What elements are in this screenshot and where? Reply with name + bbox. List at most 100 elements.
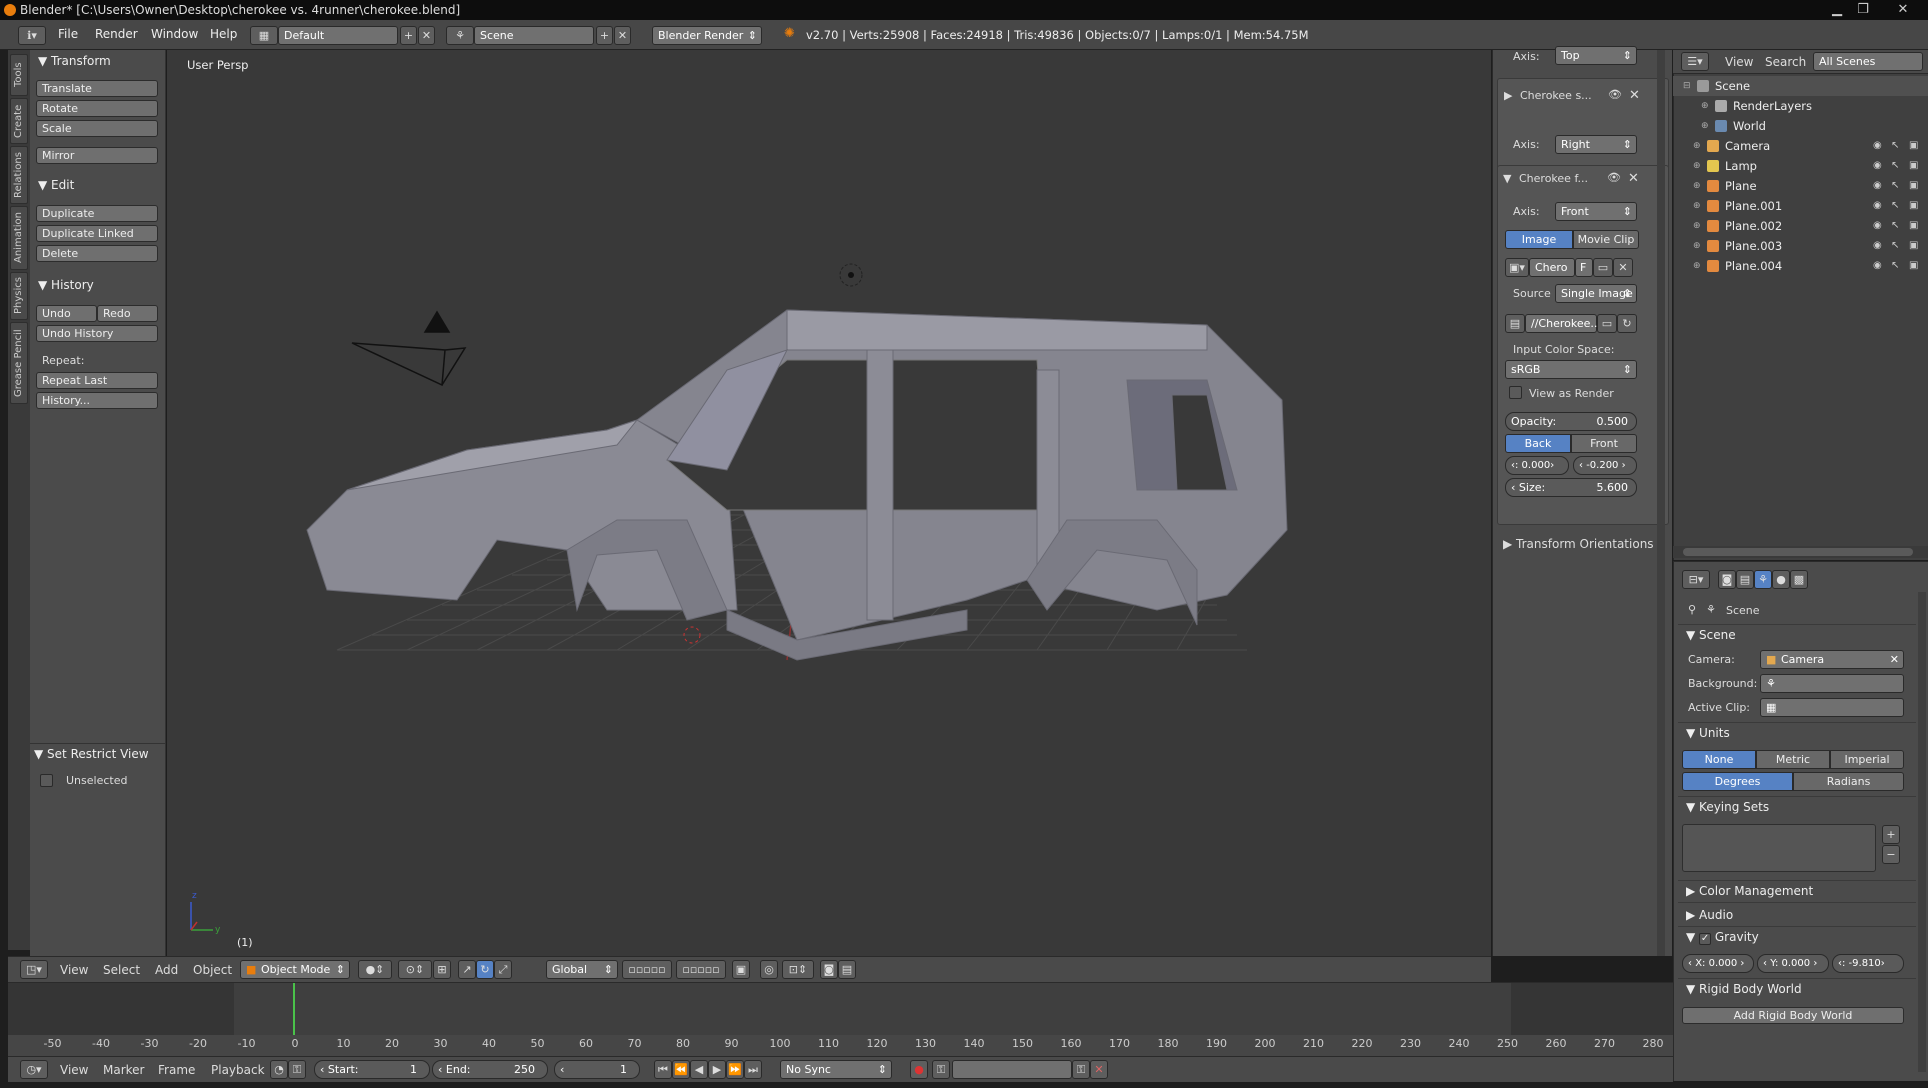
play-icon[interactable]: ▶ bbox=[708, 1060, 726, 1079]
eye-icon[interactable]: ◉ bbox=[1873, 156, 1882, 176]
restrict-view-header[interactable]: ▼ Set Restrict View bbox=[34, 747, 149, 761]
filepath-field[interactable]: //Cherokee... bbox=[1525, 314, 1601, 333]
eye-icon[interactable]: ◉ bbox=[1873, 196, 1882, 216]
expand-toggle-icon[interactable]: ⊕ bbox=[1693, 236, 1705, 251]
outliner-row-plane[interactable]: ⊕ Plane ◉ ↖ ▣ bbox=[1673, 176, 1928, 196]
eye-icon[interactable]: ◉ bbox=[1873, 216, 1882, 236]
menu-file[interactable]: File bbox=[58, 27, 78, 41]
cursor-select-icon[interactable]: ↖ bbox=[1891, 256, 1899, 276]
outliner-scrollbar[interactable] bbox=[1673, 546, 1928, 558]
layers-group-2-icon[interactable]: ▫▫▫▫▫ bbox=[676, 960, 726, 979]
3d-viewport[interactable]: User Persp z y (1) bbox=[167, 50, 1491, 956]
properties-scrollbar[interactable] bbox=[1918, 592, 1926, 1072]
expand-toggle-icon[interactable]: ⊟ bbox=[1683, 76, 1695, 91]
layers-group-1-icon[interactable]: ▫▫▫▫▫ bbox=[622, 960, 672, 979]
cursor-select-icon[interactable]: ↖ bbox=[1891, 196, 1899, 216]
playhead[interactable] bbox=[293, 983, 295, 1035]
undo-history-button[interactable]: Undo History bbox=[36, 325, 158, 342]
jump-start-icon[interactable]: ⏮ bbox=[654, 1060, 672, 1079]
delete-keyframe-icon[interactable]: ✕ bbox=[1090, 1060, 1108, 1079]
y-offset-field[interactable]: ‹ -0.200 › bbox=[1573, 456, 1637, 475]
eye-icon[interactable]: ◉ bbox=[1873, 236, 1882, 256]
render-camera-icon[interactable]: ▣ bbox=[1909, 256, 1918, 276]
reload-icon[interactable]: ↻ bbox=[1617, 314, 1637, 333]
outliner-row-plane-001[interactable]: ⊕ Plane.001 ◉ ↖ ▣ bbox=[1673, 196, 1928, 216]
x-offset-field[interactable]: ‹: 0.000› bbox=[1505, 456, 1569, 475]
open-image-icon[interactable]: ▭ bbox=[1593, 258, 1613, 277]
render-camera-icon[interactable]: ▣ bbox=[1909, 136, 1918, 156]
view-as-render-checkbox[interactable] bbox=[1509, 386, 1522, 399]
image-tab[interactable]: Image bbox=[1505, 230, 1573, 249]
outliner-row-plane-004[interactable]: ⊕ Plane.004 ◉ ↖ ▣ bbox=[1673, 256, 1928, 276]
units-none[interactable]: None bbox=[1682, 750, 1756, 769]
axis-bg1-select[interactable]: Right ⇕ bbox=[1555, 135, 1637, 154]
next-keyframe-icon[interactable]: ⏩ bbox=[726, 1060, 744, 1079]
eye-icon[interactable]: ◉ bbox=[1873, 136, 1882, 156]
active-clip-field[interactable]: ▦ bbox=[1760, 698, 1904, 717]
timeline-frame-menu[interactable]: Frame bbox=[158, 1063, 195, 1077]
sync-select[interactable]: No Sync ⇕ bbox=[780, 1060, 892, 1079]
duplicate-linked-button[interactable]: Duplicate Linked bbox=[36, 225, 158, 242]
display-mode-select[interactable]: All Scenes bbox=[1813, 52, 1923, 71]
play-reverse-icon[interactable]: ◀ bbox=[690, 1060, 708, 1079]
screen-layout-icon[interactable]: ▦ bbox=[250, 26, 278, 45]
gravity-y-field[interactable]: ‹ Y: 0.000 › bbox=[1757, 954, 1829, 973]
close-icon[interactable]: ✕ bbox=[1890, 0, 1916, 20]
menu-object[interactable]: Object bbox=[193, 963, 232, 977]
expand-toggle-icon[interactable]: ⊕ bbox=[1693, 176, 1705, 191]
opacity-slider[interactable]: Opacity: 0.500 bbox=[1505, 412, 1637, 431]
outliner-row-scene[interactable]: ⊟ Scene bbox=[1673, 76, 1928, 96]
expand-icon[interactable]: ▶ bbox=[1504, 89, 1512, 102]
units-section-header[interactable]: ▼ Units bbox=[1686, 726, 1730, 740]
keying-sets-list[interactable] bbox=[1682, 824, 1876, 872]
cursor-select-icon[interactable]: ↖ bbox=[1891, 136, 1899, 156]
tab-animation[interactable]: Animation bbox=[10, 206, 28, 270]
transform-panel-header[interactable]: ▼ Transform bbox=[38, 54, 111, 68]
menu-view[interactable]: View bbox=[60, 963, 88, 977]
editor-type-info-icon[interactable]: ℹ▾ bbox=[18, 26, 46, 45]
mode-select[interactable]: ■ Object Mode ⇕ bbox=[240, 960, 350, 979]
eye-icon[interactable]: ◉ bbox=[1873, 256, 1882, 276]
render-still-icon[interactable]: ◙ bbox=[820, 960, 838, 979]
redo-button[interactable]: Redo bbox=[97, 305, 158, 322]
render-camera-icon[interactable]: ▣ bbox=[1909, 216, 1918, 236]
expand-toggle-icon[interactable]: ⊕ bbox=[1701, 96, 1713, 111]
units-metric[interactable]: Metric bbox=[1756, 750, 1830, 769]
menu-select[interactable]: Select bbox=[103, 963, 140, 977]
render-camera-icon[interactable]: ▣ bbox=[1909, 176, 1918, 196]
history-button[interactable]: History... bbox=[36, 392, 158, 409]
cursor-select-icon[interactable]: ↖ bbox=[1891, 236, 1899, 256]
edit-panel-header[interactable]: ▼ Edit bbox=[38, 178, 74, 192]
end-frame-field[interactable]: ‹ End: 250 bbox=[432, 1060, 548, 1079]
rigid-body-world-header[interactable]: ▼ Rigid Body World bbox=[1686, 982, 1802, 996]
source-select[interactable]: Single Image ⇕ bbox=[1555, 284, 1637, 303]
gravity-z-field[interactable]: ‹: -9.810› bbox=[1832, 954, 1904, 973]
remove-layout-icon[interactable]: ✕ bbox=[418, 26, 435, 45]
proportional-edit-icon[interactable]: ◎ bbox=[760, 960, 778, 979]
menu-help[interactable]: Help bbox=[210, 27, 237, 41]
add-scene-icon[interactable]: + bbox=[596, 26, 613, 45]
render-camera-icon[interactable]: ▣ bbox=[1909, 156, 1918, 176]
repeat-last-button[interactable]: Repeat Last bbox=[36, 372, 158, 389]
preview-range-icon[interactable]: ◔ bbox=[270, 1060, 288, 1079]
snap-icon[interactable]: ⊡⇕ bbox=[782, 960, 814, 979]
unlink-image-icon[interactable]: ✕ bbox=[1613, 258, 1633, 277]
texture-tab-icon[interactable]: ▩ bbox=[1790, 570, 1808, 589]
prev-keyframe-icon[interactable]: ⏪ bbox=[672, 1060, 690, 1079]
keying-sets-header[interactable]: ▼ Keying Sets bbox=[1686, 800, 1769, 814]
outliner-view-menu[interactable]: View bbox=[1725, 55, 1753, 69]
cursor-select-icon[interactable]: ↖ bbox=[1891, 216, 1899, 236]
cursor-select-icon[interactable]: ↖ bbox=[1891, 176, 1899, 196]
render-engine-select[interactable]: Blender Render ⇕ bbox=[652, 26, 762, 45]
delete-button[interactable]: Delete bbox=[36, 245, 158, 262]
rotate-manip-icon[interactable]: ↻ bbox=[476, 960, 494, 979]
gravity-header[interactable]: ▼ ✓ Gravity bbox=[1686, 930, 1759, 945]
outliner-row-plane-003[interactable]: ⊕ Plane.003 ◉ ↖ ▣ bbox=[1673, 236, 1928, 256]
active-keying-set-field[interactable] bbox=[952, 1060, 1072, 1079]
scene-field[interactable]: Scene bbox=[474, 26, 594, 45]
duplicate-button[interactable]: Duplicate bbox=[36, 205, 158, 222]
add-keying-set-icon[interactable]: + bbox=[1882, 825, 1900, 844]
manipulator-toggle-icon[interactable]: ⊞ bbox=[433, 960, 451, 979]
scale-manip-icon[interactable]: ⤢ bbox=[494, 960, 512, 979]
minimize-icon[interactable]: ▁ bbox=[1824, 0, 1850, 20]
